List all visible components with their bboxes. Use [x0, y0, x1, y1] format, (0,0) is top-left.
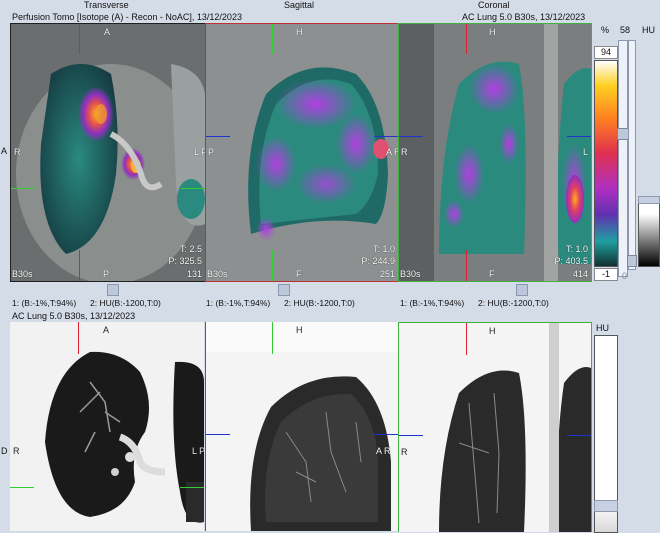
sagittal-window2-label: 2: HU(B:-1200,T:0) — [284, 298, 355, 308]
ct-hu-handle-top[interactable] — [638, 196, 660, 204]
coronal-marker-top — [466, 24, 467, 54]
transverse-orient-r: R — [14, 147, 21, 157]
ct-coronal-image — [399, 323, 591, 532]
coronal-scroll-handle[interactable] — [516, 284, 528, 296]
ct-sagittal-marker-top — [272, 322, 273, 354]
coronal-orient-f: F — [489, 269, 495, 279]
ct-transverse-marker-left — [10, 487, 34, 488]
header-transverse: Transverse — [84, 0, 129, 10]
colorbar-percent-label: % — [601, 25, 610, 35]
coronal-t-value: T: 1.0 — [565, 244, 588, 254]
ct-coronal-orient-r: R — [401, 447, 408, 457]
sagittal-orient-f: F — [296, 269, 302, 279]
ct-series-label-top: AC Lung 5.0 B30s, 13/12/2023 — [462, 12, 586, 22]
sagittal-marker-top — [272, 24, 273, 54]
sagittal-p-value: P: 244.9 — [361, 256, 395, 266]
sagittal-marker-bottom — [272, 250, 273, 281]
sagittal-orient-p: P — [208, 147, 215, 157]
ct-coronal-orient-h: H — [489, 326, 496, 336]
ct-transverse-marker-top — [78, 322, 79, 354]
sagittal-marker-left — [206, 136, 230, 137]
fused-coronal-viewport[interactable]: H R L F T: 1.0 P: 403.5 414 B30s — [398, 23, 592, 282]
fused-transverse-image — [11, 24, 205, 281]
ct-coronal-viewport[interactable]: H R — [398, 322, 592, 532]
ct-coronal-marker-top — [466, 323, 467, 355]
ct-transverse-orient-a: A — [103, 325, 110, 335]
fused-sagittal-image — [206, 24, 398, 281]
ct-window-slider-handle[interactable] — [627, 255, 637, 267]
ct-left-side-label: D — [1, 446, 8, 456]
transverse-window2-label: 2: HU(B:-1200,T:0) — [90, 298, 161, 308]
ct-window-slider-track[interactable] — [628, 40, 636, 270]
ct-sagittal-orient-h: H — [296, 325, 303, 335]
sagittal-kernel: B30s — [207, 269, 228, 279]
sagittal-orient-h: H — [296, 27, 303, 37]
ct-transverse-marker-right — [180, 487, 204, 488]
transverse-orient-a: A — [104, 27, 111, 37]
transverse-marker-top — [79, 24, 80, 54]
pet-max-value[interactable]: 94 — [594, 46, 618, 59]
coronal-marker-bottom — [466, 250, 467, 281]
ct-coronal-marker-left — [399, 435, 423, 436]
colorbar-top-value: 58 — [620, 25, 631, 35]
sagittal-slice-number: 251 — [379, 269, 395, 279]
coronal-marker-right — [567, 136, 591, 137]
ct-transverse-viewport[interactable]: A R L P — [10, 322, 204, 531]
ct-transverse-orient-lp: L P — [192, 446, 204, 456]
coronal-p-value: P: 403.5 — [554, 256, 588, 266]
ct-sagittal-image — [206, 322, 398, 531]
sagittal-marker-right — [374, 136, 398, 137]
header-sagittal: Sagittal — [284, 0, 315, 10]
coronal-slice-number: 414 — [572, 269, 588, 279]
transverse-window1-label: 1: (B:-1%,T:94%) — [12, 298, 77, 308]
ct-sagittal-orient-ar: A R — [376, 446, 391, 456]
header-coronal: Coronal — [478, 0, 510, 10]
coronal-window1-label: 1: (B:-1%,T:94%) — [400, 298, 465, 308]
ct-sagittal-marker-right — [374, 434, 398, 435]
coronal-kernel: B30s — [400, 269, 421, 279]
fused-transverse-viewport[interactable]: A R L P P T: 2.5 P: 325.5 131 B30s — [10, 23, 206, 282]
sagittal-window1-label: 1: (B:-1%,T:94%) — [206, 298, 271, 308]
fused-coronal-image — [399, 24, 591, 281]
ct-bottom-hu-label: HU — [596, 323, 609, 333]
ct-hu-colorbar-top[interactable] — [638, 200, 660, 267]
transverse-p-value: P: 325.5 — [168, 256, 202, 266]
transverse-marker-bottom — [79, 250, 80, 281]
pet-window-slider-track[interactable] — [618, 40, 628, 277]
ct-hu-handle-bottom[interactable] — [594, 500, 618, 512]
colorbar-zero-label: 0 — [622, 271, 628, 281]
coronal-marker-left — [399, 136, 423, 137]
window-level-toolbar: 1: (B:-1%,T:94%) 2: HU(B:-1200,T:0) 1: (… — [0, 283, 592, 309]
fused-sagittal-viewport[interactable]: H P A R F T: 1.0 P: 244.9 251 B30s — [205, 23, 399, 282]
ct-transverse-image — [10, 322, 204, 531]
transverse-scroll-handle[interactable] — [107, 284, 119, 296]
sagittal-scroll-handle[interactable] — [278, 284, 290, 296]
transverse-t-value: T: 2.5 — [179, 244, 202, 254]
ct-sagittal-viewport[interactable]: H A R — [205, 322, 398, 531]
transverse-marker-left — [11, 188, 35, 189]
ct-coronal-marker-right — [567, 435, 591, 436]
pet-min-value[interactable]: -1 — [594, 268, 618, 281]
pet-series-label: Perfusion Tomo [Isotope (A) - Recon - No… — [12, 12, 242, 22]
coronal-orient-l: L — [583, 147, 589, 157]
transverse-kernel: B30s — [12, 269, 33, 279]
sagittal-t-value: T: 1.0 — [372, 244, 395, 254]
fused-left-side-label: A — [1, 146, 8, 156]
colorbar-panel: % 58 HU 94 -1 0 HU — [592, 0, 660, 533]
coronal-window2-label: 2: HU(B:-1200,T:0) — [478, 298, 549, 308]
coronal-orient-r: R — [401, 147, 408, 157]
ct-series-label-bottom: AC Lung 5.0 B30s, 13/12/2023 — [12, 311, 136, 321]
coronal-orient-h: H — [489, 27, 496, 37]
transverse-marker-right — [181, 188, 205, 189]
colorbar-hu-label-top: HU — [642, 25, 655, 35]
pet-colorbar[interactable] — [594, 60, 618, 267]
transverse-orient-p: P — [103, 269, 110, 279]
ct-sagittal-marker-left — [206, 434, 230, 435]
ct-transverse-orient-r: R — [13, 446, 20, 456]
transverse-slice-number: 131 — [186, 269, 202, 279]
